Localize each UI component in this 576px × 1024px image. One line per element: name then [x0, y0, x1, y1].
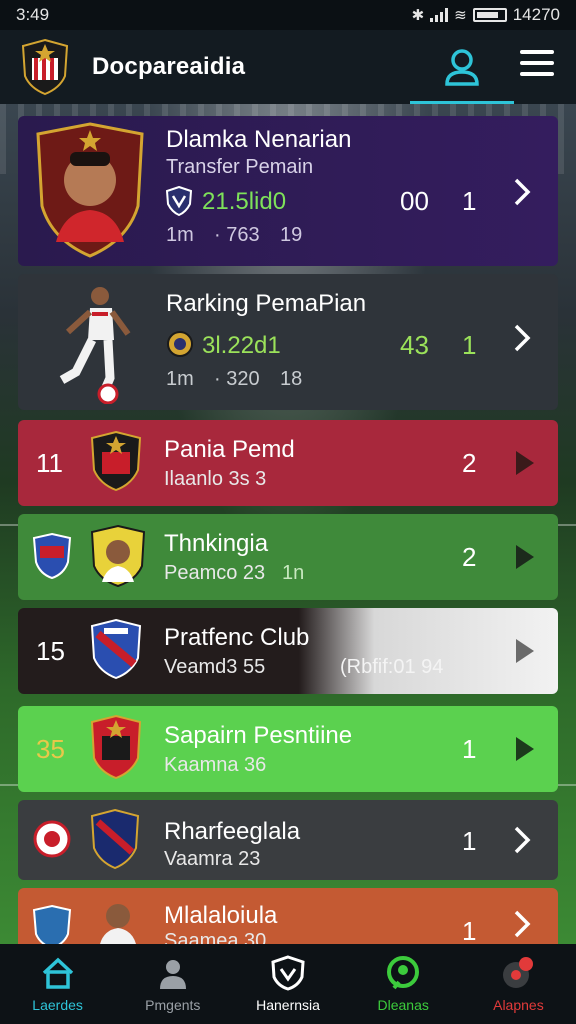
player-portrait-icon — [90, 524, 146, 588]
list-item[interactable]: 11 Pania Pemd Ilaanlo 3s 3 2 — [18, 420, 558, 506]
featured-stat-b: 1 — [462, 186, 477, 216]
list-item[interactable]: Mlalaloiula Saamea 30 1 — [18, 888, 558, 944]
list-subtitle: Vaamra 23 — [164, 848, 261, 870]
play-arrow-icon[interactable] — [516, 639, 534, 663]
list-count: 1 — [462, 826, 477, 856]
list-item[interactable]: Thnkingia Peamco 23 1n 2 — [18, 514, 558, 600]
club-crest-icon — [32, 904, 72, 944]
battery-text: 14270 — [512, 5, 560, 24]
chevron-right-icon[interactable] — [512, 910, 534, 938]
list-subtitle: Saamea 30 — [164, 930, 267, 944]
wifi-icon: ≋ — [454, 7, 467, 24]
featured-meta-a: 1m — [166, 368, 194, 390]
play-arrow-icon[interactable] — [516, 737, 534, 761]
list-title: Rharfeeglala — [164, 818, 301, 845]
list-subtitle: Peamco 23 — [164, 562, 266, 584]
profile-icon[interactable] — [440, 44, 484, 88]
list-extra: 1n — [282, 562, 305, 584]
list-title: Mlalaloiula — [164, 902, 278, 929]
notification-icon — [503, 957, 534, 988]
featured-subtitle: Transfer Pemain — [166, 156, 314, 178]
list-rank: 15 — [36, 636, 65, 666]
club-badge-icon — [166, 186, 192, 216]
club-crest-icon — [90, 430, 142, 492]
club-crest-icon — [90, 618, 142, 680]
featured-stat-a: 43 — [400, 330, 429, 360]
play-arrow-icon[interactable] — [516, 451, 534, 475]
home-icon — [42, 957, 73, 989]
app-title: Docpareaidia — [92, 53, 246, 80]
nav-label: Hanernsia — [256, 997, 320, 1013]
player-crest-icon — [36, 122, 144, 258]
battery-icon — [472, 8, 507, 22]
bluetooth-icon: ✱ — [411, 7, 425, 24]
featured-meta-c: 18 — [280, 368, 303, 390]
list-item[interactable]: Rharfeeglala Vaamra 23 1 — [18, 800, 558, 880]
list-title: Thnkingia — [164, 530, 269, 557]
list-subtitle: Kaamna 36 — [164, 754, 267, 776]
list-item[interactable]: 35 Sapairn Pesntiine Kaamna 36 1 — [18, 706, 558, 792]
chevron-right-icon[interactable] — [512, 324, 534, 352]
bottom-nav: Laerdes Pmgents Hanernsia Dleanas Alapne… — [0, 944, 576, 1024]
club-logo-icon[interactable] — [20, 38, 70, 96]
featured-meta-b: · 763 — [214, 224, 260, 246]
list-count: 1 — [462, 916, 477, 944]
nav-item-laerdes[interactable]: Laerdes — [0, 944, 115, 1024]
list-title: Sapairn Pesntiine — [164, 722, 353, 749]
featured-stat-value: 21.5lid0 — [202, 188, 287, 215]
nav-item-alapnes[interactable]: Alapnes — [461, 944, 576, 1024]
play-arrow-icon[interactable] — [516, 545, 534, 569]
chevron-right-icon[interactable] — [512, 178, 534, 206]
shield-icon — [271, 955, 305, 991]
list-title: Pratfenc Club — [164, 624, 310, 651]
menu-icon[interactable] — [520, 50, 554, 80]
nav-item-pmgents[interactable]: Pmgents — [115, 944, 230, 1024]
featured-meta-b: · 320 — [214, 368, 260, 390]
nav-label: Laerdes — [32, 997, 83, 1013]
list-count: 2 — [462, 448, 477, 478]
chat-icon — [387, 956, 420, 990]
featured-stat-a: 00 — [400, 186, 429, 216]
featured-card-ranking[interactable]: Rarking PemaPian 3l.22d1 43 1 1m · 320 1… — [18, 274, 558, 410]
nav-label: Alapnes — [493, 997, 544, 1013]
status-icons: ✱ ≋ 14270 — [412, 5, 560, 25]
list-rank: 11 — [36, 448, 63, 478]
status-time: 3:49 — [16, 5, 50, 24]
club-crest-icon — [33, 820, 71, 858]
nav-label: Pmgents — [145, 997, 201, 1013]
app-header: Docpareaidia — [0, 30, 576, 104]
featured-meta-c: 19 — [280, 224, 303, 246]
player-portrait-icon — [100, 904, 136, 944]
club-crest-icon — [90, 714, 142, 780]
list-count: 1 — [462, 734, 477, 764]
featured-meta-a: 1m — [166, 224, 194, 246]
list-subtitle: Veamd3 55 — [164, 656, 266, 678]
list-rank: 35 — [36, 734, 65, 764]
nav-item-hanernsia[interactable]: Hanernsia — [230, 944, 345, 1024]
featured-stat-value: 3l.22d1 — [202, 332, 281, 359]
club-crest-icon — [90, 808, 140, 870]
signal-icon — [430, 8, 449, 22]
status-bar: 3:49 ✱ ≋ 14270 — [0, 0, 576, 30]
person-icon — [159, 960, 186, 989]
featured-stat-b: 1 — [462, 330, 477, 360]
chevron-right-icon[interactable] — [512, 826, 534, 854]
featured-title: Rarking PemaPian — [166, 290, 367, 317]
club-crest-icon — [32, 532, 72, 580]
list-extra: (Rbfif:01 94 — [340, 656, 444, 678]
list-item[interactable]: 15 Pratfenc Club Veamd3 55 (Rbfif:01 94 — [18, 608, 558, 694]
club-badge-icon — [167, 331, 193, 357]
list-title: Pania Pemd — [164, 436, 295, 463]
player-kicking-icon — [59, 287, 131, 404]
nav-label: Dleanas — [377, 997, 429, 1013]
featured-card-transfer[interactable]: Dlamka Nenarian Transfer Pemain 21.5lid0… — [18, 116, 558, 266]
featured-title: Dlamka Nenarian — [166, 126, 352, 153]
list-count: 2 — [462, 542, 477, 572]
list-subtitle: Ilaanlo 3s 3 — [164, 468, 267, 490]
active-tab-indicator — [410, 101, 514, 104]
nav-item-dleanas[interactable]: Dleanas — [346, 944, 461, 1024]
